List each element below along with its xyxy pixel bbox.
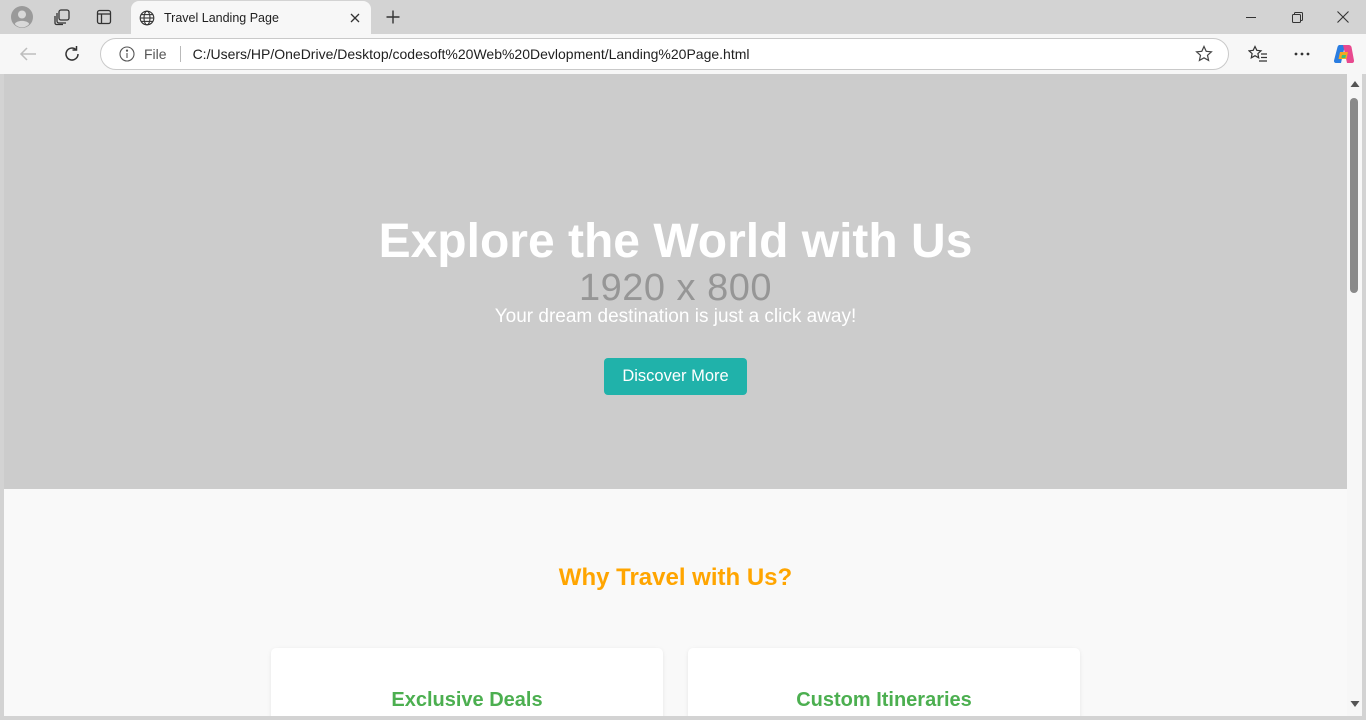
browser-toolbar: File C:/Users/HP/OneDrive/Desktop/codeso… (0, 34, 1366, 74)
scroll-thumb[interactable] (1350, 98, 1358, 293)
page-scrollbar[interactable] (1347, 74, 1362, 716)
minimize-button[interactable] (1228, 0, 1274, 34)
hero-placeholder-size: 1920 x 800 (578, 267, 773, 309)
hero-subtitle: Your dream destination is just a click a… (494, 306, 857, 327)
plus-icon (386, 10, 400, 24)
scroll-up-arrow[interactable] (1347, 80, 1362, 90)
restore-icon (1291, 11, 1303, 23)
close-window-button[interactable] (1320, 0, 1366, 34)
refresh-button[interactable] (56, 38, 88, 70)
url-text[interactable]: C:/Users/HP/OneDrive/Desktop/codesoft%20… (193, 46, 1190, 62)
hero-section: 1920 x 800 Explore the World with Us You… (4, 74, 1347, 489)
restore-button[interactable] (1274, 0, 1320, 34)
more-button[interactable] (1286, 38, 1318, 70)
tab-strip: Travel Landing Page (0, 0, 1366, 34)
tab-travel-landing-page[interactable]: Travel Landing Page (131, 1, 371, 34)
scheme-label: File (144, 46, 167, 62)
tab-actions-icon (96, 9, 112, 25)
copilot-icon (1333, 45, 1355, 64)
back-icon (19, 47, 36, 61)
favorite-button[interactable] (1190, 40, 1218, 68)
feature-card: Exclusive Deals (271, 648, 663, 716)
more-icon (1294, 52, 1310, 56)
new-tab-button[interactable] (380, 4, 406, 30)
tab-title: Travel Landing Page (164, 10, 279, 25)
tab-actions-button[interactable] (88, 4, 120, 30)
hero-title: Explore the World with Us (378, 215, 973, 268)
back-button[interactable] (12, 38, 44, 70)
favorites-button[interactable] (1242, 38, 1274, 70)
address-separator (179, 46, 181, 62)
star-icon (1195, 45, 1213, 62)
page-viewport: 1920 x 800 Explore the World with Us You… (4, 74, 1347, 716)
refresh-icon (65, 46, 79, 61)
profile-button[interactable] (6, 4, 38, 30)
copilot-button[interactable] (1328, 38, 1360, 70)
feature-card: Custom Itineraries (688, 648, 1080, 716)
globe-icon (139, 10, 155, 26)
address-bar[interactable]: File C:/Users/HP/OneDrive/Desktop/codeso… (100, 38, 1229, 70)
workspaces-button[interactable] (46, 4, 78, 30)
close-icon (350, 13, 360, 22)
feature-card-title: Exclusive Deals (391, 689, 543, 711)
scroll-down-arrow[interactable] (1347, 700, 1362, 710)
feature-card-title: Custom Itineraries (796, 689, 972, 711)
close-window-icon (1337, 11, 1349, 23)
browser-window: Travel Landing Page File C:/Users/HP/One… (0, 0, 1366, 720)
favorites-icon (1248, 45, 1267, 62)
close-tab-button[interactable] (343, 6, 367, 30)
workspaces-icon (54, 9, 70, 26)
minimize-icon (1246, 17, 1256, 18)
profile-icon (11, 6, 33, 28)
features-title: Why Travel with Us? (558, 564, 793, 591)
discover-more-button[interactable]: Discover More (604, 358, 747, 395)
info-icon[interactable] (117, 44, 137, 64)
